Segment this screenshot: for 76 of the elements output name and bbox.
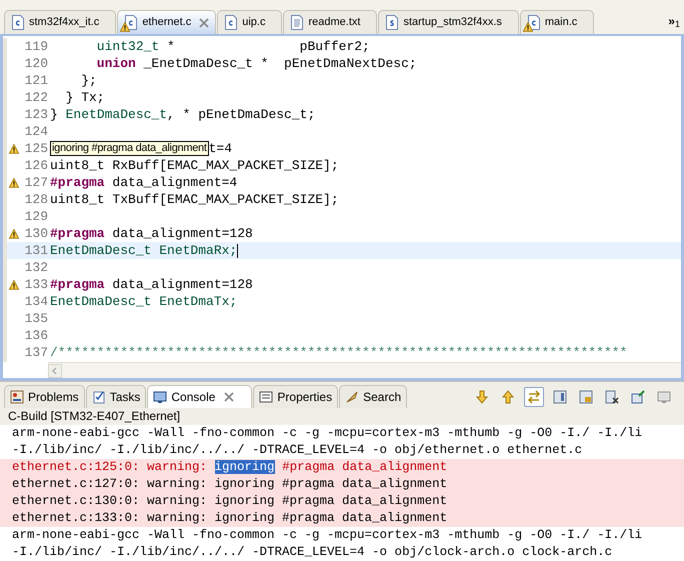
warning-icon xyxy=(9,280,19,290)
code-line: union _EnetDmaDesc_t * pEnetDmaNextDesc; xyxy=(96,55,417,72)
line-number: 131 xyxy=(24,242,48,259)
line-number: 130 xyxy=(24,225,48,242)
code-line: /************************************************************************* xyxy=(50,344,628,361)
arrow-up-icon xyxy=(501,390,515,404)
editor-tab[interactable]: ethernet.c xyxy=(117,10,216,34)
arrow-down-icon xyxy=(475,390,489,404)
line-number: 133 xyxy=(24,276,48,293)
monitor-icon xyxy=(657,390,671,404)
close-icon[interactable] xyxy=(224,392,234,402)
file-icon xyxy=(11,15,25,30)
line-number: 129 xyxy=(24,208,48,225)
code-line: uint8_t RxBuff[EMAC_MAX_PACKET_SIZE]; xyxy=(50,157,339,174)
panel-tab[interactable]: Tasks xyxy=(86,385,146,408)
line-number: 124 xyxy=(24,123,48,140)
line-number: 128 xyxy=(24,191,48,208)
line-number: 127 xyxy=(24,174,48,191)
problems-icon xyxy=(10,390,24,404)
file-icon xyxy=(290,15,304,30)
panel-tab[interactable]: Console xyxy=(147,385,252,408)
warning-icon xyxy=(9,144,19,154)
file-icon xyxy=(385,15,400,30)
line-number: 136 xyxy=(24,327,48,344)
warning-icon xyxy=(120,22,130,32)
code-line: #pragma data_alignment=4 xyxy=(50,174,238,191)
checklist-icon xyxy=(92,390,106,404)
editor-tab[interactable]: readme.txt xyxy=(283,10,378,34)
file-icon xyxy=(526,15,541,30)
monitor-icon xyxy=(153,390,168,404)
line-number: 119 xyxy=(24,38,48,55)
swap-arrows-icon xyxy=(527,390,541,404)
line-number: 135 xyxy=(24,310,48,327)
line-number: 134 xyxy=(24,293,48,310)
scroll-left-icon[interactable] xyxy=(48,364,62,378)
line-number: 123 xyxy=(24,106,48,123)
code-editor[interactable] xyxy=(0,34,684,381)
warning-icon xyxy=(9,178,19,188)
code-line: } Tx; xyxy=(64,89,105,106)
code-line: EnetDmaDesc_t EnetDmaTx; xyxy=(50,293,238,310)
text-cursor xyxy=(237,244,238,258)
editor-tab[interactable]: uip.c xyxy=(217,10,282,34)
line-number: 126 xyxy=(24,157,48,174)
code-line: uint32_t * pBuffer2; xyxy=(96,38,370,55)
line-number: 121 xyxy=(24,72,48,89)
editor-tab[interactable]: stm32f4xx_it.c xyxy=(4,10,116,34)
line-number: 137 xyxy=(24,344,48,361)
editor-tab[interactable]: main.c xyxy=(520,10,594,34)
close-icon[interactable] xyxy=(199,18,210,28)
code-line: uint8_t TxBuff[EMAC_MAX_PACKET_SIZE]; xyxy=(50,191,339,208)
panel-tab[interactable]: Search xyxy=(339,385,408,408)
code-line: t=4 xyxy=(208,140,232,157)
code-line: #pragma data_alignment=128 xyxy=(50,225,253,242)
warning-icon xyxy=(522,22,533,32)
more-tabs-button[interactable]: »$_{1}$ xyxy=(668,12,680,30)
file-icon xyxy=(224,15,238,30)
line-number: 120 xyxy=(24,55,48,72)
line-number: 125 xyxy=(24,140,48,157)
code-line: #pragma data_alignment=128 xyxy=(50,276,253,293)
warning-icon xyxy=(9,228,19,238)
editor-tab[interactable]: startup_stm32f4xx.s xyxy=(378,10,519,34)
tooltip: ignoring #pragma data_alignment xyxy=(50,141,209,156)
table-icon xyxy=(259,390,274,404)
horizontal-scrollbar[interactable] xyxy=(48,362,681,378)
panel-tab[interactable]: Properties xyxy=(253,385,338,408)
lock-icon xyxy=(579,390,593,404)
window-grid-icon xyxy=(553,390,567,404)
line-number: 132 xyxy=(24,259,48,276)
line-number: 122 xyxy=(24,89,48,106)
panel-tab[interactable]: Problems xyxy=(4,385,85,408)
file-icon xyxy=(124,15,138,30)
code-line: EnetDmaDesc_t EnetDmaRx; xyxy=(50,242,238,259)
remove-icon xyxy=(605,390,619,404)
code-line: } EnetDmaDesc_t, * pEnetDmaDesc_t; xyxy=(50,106,316,123)
code-line: }; xyxy=(80,72,97,89)
pin-icon xyxy=(631,390,645,404)
